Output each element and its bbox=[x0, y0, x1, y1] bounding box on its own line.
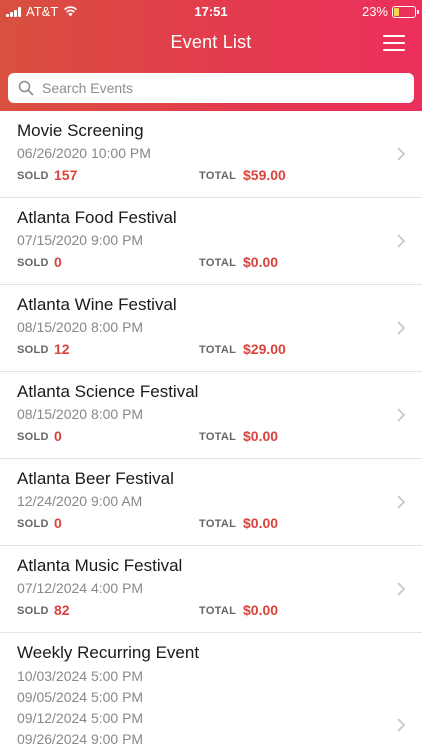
sold-count: 12 bbox=[54, 341, 70, 357]
event-dates-list: 10/03/2024 5:00 PM 09/05/2024 5:00 PM 09… bbox=[17, 667, 143, 750]
chevron-right-icon bbox=[397, 495, 406, 509]
page-title: Event List bbox=[170, 32, 252, 52]
chevron-right-icon bbox=[397, 321, 406, 335]
event-date: 09/26/2024 9:00 PM bbox=[17, 731, 144, 747]
battery-level bbox=[394, 7, 399, 16]
event-date: 12/24/2020 9:00 AM bbox=[17, 493, 143, 509]
total-amount: $0.00 bbox=[243, 602, 279, 618]
event-date: 10/03/2024 5:00 PM bbox=[17, 668, 144, 684]
hamburger-menu-icon[interactable] bbox=[383, 35, 405, 51]
status-time: 17:51 bbox=[194, 4, 228, 19]
total-label: TOTAL bbox=[199, 431, 237, 443]
sold-count: 157 bbox=[54, 167, 78, 183]
total-amount: $0.00 bbox=[243, 515, 279, 531]
sold-label: SOLD bbox=[17, 344, 49, 356]
total-label: TOTAL bbox=[199, 170, 237, 182]
event-row[interactable]: Atlanta Beer Festival 12/24/2020 9:00 AM… bbox=[0, 459, 422, 546]
sold-count: 0 bbox=[54, 428, 62, 444]
event-date: 08/15/2020 8:00 PM bbox=[17, 406, 144, 422]
event-name: Weekly Recurring Event bbox=[17, 643, 200, 662]
sold-label: SOLD bbox=[17, 170, 49, 182]
header: AT&T 17:51 23% Event List bbox=[0, 0, 422, 111]
event-name: Atlanta Music Festival bbox=[17, 556, 183, 575]
sold-label: SOLD bbox=[17, 518, 49, 530]
sold-label: SOLD bbox=[17, 605, 49, 617]
event-row[interactable]: Movie Screening 06/26/2020 10:00 PM SOLD… bbox=[0, 111, 422, 198]
event-row[interactable]: Atlanta Music Festival 07/12/2024 4:00 P… bbox=[0, 546, 422, 633]
sold-label: SOLD bbox=[17, 257, 49, 269]
event-name: Atlanta Beer Festival bbox=[17, 469, 174, 488]
event-date: 06/26/2020 10:00 PM bbox=[17, 145, 151, 161]
event-name: Atlanta Wine Festival bbox=[17, 295, 177, 314]
event-date: 07/15/2020 9:00 PM bbox=[17, 232, 144, 248]
total-label: TOTAL bbox=[199, 518, 237, 530]
event-row[interactable]: Atlanta Science Festival 08/15/2020 8:00… bbox=[0, 372, 422, 459]
event-date: 07/12/2024 4:00 PM bbox=[17, 580, 144, 596]
search-bar[interactable] bbox=[8, 73, 414, 103]
status-bar: AT&T 17:51 23% bbox=[0, 0, 422, 22]
total-label: TOTAL bbox=[199, 344, 237, 356]
chevron-right-icon bbox=[397, 718, 406, 732]
search-input[interactable] bbox=[42, 80, 402, 96]
chevron-right-icon bbox=[397, 147, 406, 161]
event-row-recurring[interactable]: Weekly Recurring Event 10/03/2024 5:00 P… bbox=[0, 633, 422, 750]
battery-icon bbox=[392, 5, 419, 18]
event-row[interactable]: Atlanta Food Festival 07/15/2020 9:00 PM… bbox=[0, 198, 422, 285]
event-date: 08/15/2020 8:00 PM bbox=[17, 319, 144, 335]
total-amount: $0.00 bbox=[243, 254, 279, 270]
event-name: Atlanta Food Festival bbox=[17, 208, 177, 227]
total-amount: $0.00 bbox=[243, 428, 279, 444]
total-label: TOTAL bbox=[199, 605, 237, 617]
battery-percent: 23% bbox=[361, 4, 388, 19]
event-name: Movie Screening bbox=[17, 121, 144, 140]
chevron-right-icon bbox=[397, 234, 406, 248]
sold-count: 0 bbox=[54, 515, 62, 531]
event-list: Movie Screening 06/26/2020 10:00 PM SOLD… bbox=[0, 111, 422, 750]
total-amount: $59.00 bbox=[243, 167, 286, 183]
event-date: 09/12/2024 5:00 PM bbox=[17, 710, 144, 726]
chevron-right-icon bbox=[397, 408, 406, 422]
search-icon bbox=[18, 80, 34, 96]
event-date: 09/05/2024 5:00 PM bbox=[17, 689, 144, 705]
sold-count: 0 bbox=[54, 254, 62, 270]
chevron-right-icon bbox=[397, 582, 406, 596]
sold-label: SOLD bbox=[17, 431, 49, 443]
event-name: Atlanta Science Festival bbox=[17, 382, 199, 401]
total-amount: $29.00 bbox=[243, 341, 286, 357]
event-list-screen: AT&T 17:51 23% Event List Search Events … bbox=[0, 0, 422, 750]
sold-count: 82 bbox=[54, 602, 70, 618]
event-row[interactable]: Atlanta Wine Festival 08/15/2020 8:00 PM… bbox=[0, 285, 422, 372]
total-label: TOTAL bbox=[199, 257, 237, 269]
